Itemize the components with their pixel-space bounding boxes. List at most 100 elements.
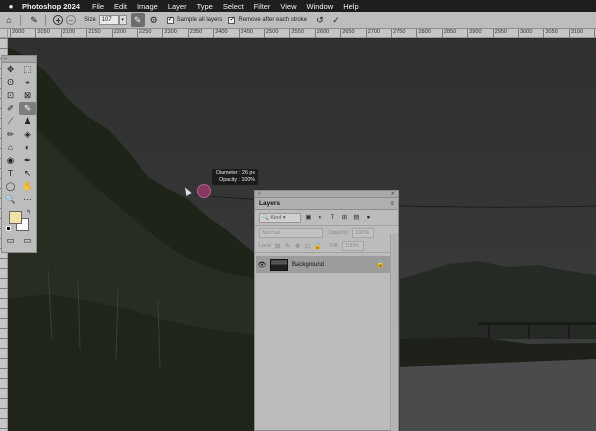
vertical-ruler-tick (0, 278, 8, 279)
filter-kind-select[interactable]: 🔍 Kind ▾ (259, 212, 301, 223)
foreground-color[interactable] (9, 211, 22, 224)
menu-type[interactable]: Type (197, 2, 213, 11)
move-tool-icon[interactable]: ✥ (2, 63, 19, 76)
history-brush-tool-icon[interactable]: ✏ (2, 128, 19, 141)
brush-cursor (197, 184, 211, 198)
vertical-ruler-tick (0, 328, 8, 329)
dodge-tool-icon[interactable]: ◉ (2, 154, 19, 167)
menu-image[interactable]: Image (137, 2, 158, 11)
eyedropper-tool-icon[interactable]: ✐ (2, 102, 19, 115)
zoom-tool-icon[interactable]: 🔍 (2, 193, 19, 206)
lasso-tool-icon[interactable]: ʘ (2, 76, 19, 89)
ruler-tick-label: 2350 (187, 29, 202, 38)
tool-row: ⊡ ⊠ (2, 89, 36, 102)
tool-row: 🔍 ⋯ (2, 193, 36, 206)
lock-position-icon[interactable]: ✥ (293, 242, 302, 250)
tool-preset-icon[interactable]: ✎ (27, 13, 41, 27)
sample-all-layers-checkbox[interactable] (166, 15, 174, 24)
pixel-filter-icon[interactable]: ▣ (304, 213, 313, 222)
smart-object-filter-icon[interactable]: ▤ (352, 213, 361, 222)
pen-tool-icon[interactable]: ✒ (19, 154, 36, 167)
fill-input[interactable]: 100% (341, 241, 364, 251)
type-tool-icon[interactable]: T (2, 167, 19, 180)
eraser-tool-icon[interactable]: ◈ (19, 128, 36, 141)
subtract-mode-icon[interactable] (66, 15, 76, 25)
vertical-ruler-tick (0, 298, 8, 299)
tools-panel: » ✥ ⬚ ʘ ⌖ ⊡ ⊠ ✐ ✎ ⟋ ♟ ✏ ◈ ⌂ ◐ ◉ ✒ T ↖ ◯ ✋ 🔍 ⋯ ↰ ▭ ▭ (1, 55, 37, 253)
path-select-tool-icon[interactable]: ↖ (19, 167, 36, 180)
menu-file[interactable]: File (92, 2, 104, 11)
shape-filter-icon[interactable]: ⊞ (340, 213, 349, 222)
object-select-tool-icon[interactable]: ⌖ (19, 76, 36, 89)
vertical-ruler-tick (0, 348, 8, 349)
layer-thumbnail (270, 258, 288, 271)
size-input[interactable]: 107 (98, 15, 119, 25)
menu-view[interactable]: View (280, 2, 296, 11)
blend-mode-select[interactable]: Normal (259, 228, 323, 238)
vertical-ruler-tick (0, 388, 8, 389)
opacity-input[interactable]: 100% (352, 228, 375, 238)
lock-artboard-icon[interactable]: ⊡ (303, 242, 312, 250)
apple-icon[interactable]: ● (0, 2, 22, 11)
undo-icon[interactable]: ↺ (313, 13, 327, 27)
remove-after-stroke-checkbox[interactable] (228, 15, 236, 24)
shape-tool-icon[interactable]: ◯ (2, 180, 19, 193)
size-label: Size (84, 17, 96, 23)
lock-image-icon[interactable]: ✎ (283, 242, 292, 250)
blur-tool-icon[interactable]: ◐ (19, 141, 36, 154)
adjustment-filter-icon[interactable]: ◐ (316, 213, 325, 222)
quick-mask-icon[interactable]: ▭ (2, 234, 19, 247)
vertical-ruler-tick (0, 428, 8, 429)
remove-tool-icon[interactable]: ✎ (19, 102, 36, 115)
app-menu[interactable]: Photoshop 2024 (22, 2, 80, 11)
type-filter-icon[interactable]: T (328, 213, 337, 222)
brush-tooltip: Diameter : 26 px Opacity : 100% (212, 169, 258, 185)
eye-icon[interactable]: 👁 (256, 261, 268, 269)
ruler-corner (0, 29, 8, 38)
brush-tool-icon[interactable]: ⟋ (2, 115, 19, 128)
filter-toggle-icon[interactable]: ● (364, 213, 373, 222)
gear-icon[interactable]: ⚙ (147, 13, 161, 27)
lock-all-icon[interactable]: 🔒 (313, 242, 322, 250)
crop-tool-icon[interactable]: ⊡ (2, 89, 19, 102)
panel-scrollbar[interactable] (390, 234, 398, 431)
size-dropdown-icon[interactable]: ▾ (118, 15, 127, 25)
commit-icon[interactable]: ✓ (329, 13, 343, 27)
layers-panel: «✕ Layers ≡ 🔍 Kind ▾ ▣ ◐ T ⊞ ▤ ● Normal … (254, 190, 399, 431)
menu-select[interactable]: Select (223, 2, 244, 11)
panel-grip[interactable]: » (2, 56, 36, 63)
panel-menu-icon[interactable]: ≡ (390, 201, 394, 207)
menu-window[interactable]: Window (307, 2, 334, 11)
more-tools-icon[interactable]: ⋯ (19, 193, 36, 206)
layer-name[interactable]: Background (292, 262, 324, 268)
layer-row-background[interactable]: 👁 Background 🔒 (256, 256, 391, 273)
ruler-tick-label: 2300 (162, 29, 177, 38)
brush-settings-icon[interactable]: ✎ (130, 13, 145, 27)
menu-help[interactable]: Help (343, 2, 358, 11)
layer-filter-row: 🔍 Kind ▾ ▣ ◐ T ⊞ ▤ ● (255, 210, 398, 226)
home-icon[interactable]: ⌂ (2, 13, 16, 27)
horizontal-ruler[interactable]: 2000 2050 2100 2150 2200 2250 2300 2350 2400 2450… (8, 29, 596, 38)
ruler-tick-label: 3050 (543, 29, 558, 38)
hand-tool-icon[interactable]: ✋ (19, 180, 36, 193)
lock-transparent-icon[interactable]: ⊠ (273, 242, 282, 250)
swap-colors-icon[interactable]: ↰ (26, 209, 31, 216)
blend-row: Normal Opacity: 100% (255, 226, 398, 240)
vertical-ruler-tick (0, 378, 8, 379)
lock-label: Lock: (259, 243, 273, 249)
menu-filter[interactable]: Filter (254, 2, 271, 11)
vertical-ruler-tick (0, 318, 8, 319)
default-colors-icon[interactable] (6, 226, 11, 231)
menu-layer[interactable]: Layer (168, 2, 187, 11)
screen-mode-icon[interactable]: ▭ (19, 234, 36, 247)
clone-stamp-tool-icon[interactable]: ♟ (19, 115, 36, 128)
menu-edit[interactable]: Edit (114, 2, 127, 11)
marquee-tool-icon[interactable]: ⬚ (19, 63, 36, 76)
tab-layers[interactable]: Layers (259, 200, 280, 207)
paint-bucket-tool-icon[interactable]: ⌂ (2, 141, 19, 154)
macos-menu-bar: ● Photoshop 2024 File Edit Image Layer T… (0, 0, 596, 12)
add-mode-icon[interactable] (53, 15, 63, 25)
panel-header-bar[interactable]: «✕ (255, 191, 398, 198)
color-swatches: ↰ (2, 206, 36, 234)
frame-tool-icon[interactable]: ⊠ (19, 89, 36, 102)
